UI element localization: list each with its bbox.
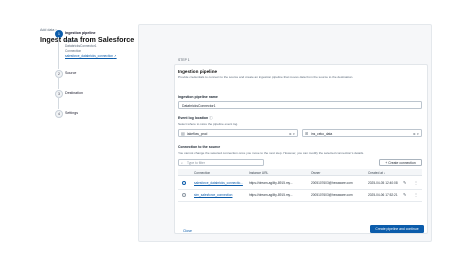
section-title: Ingestion pipeline bbox=[178, 69, 218, 74]
table-header bbox=[178, 169, 422, 176]
connection-filter-input[interactable]: ⌕ Type to filter bbox=[178, 159, 264, 166]
create-pipeline-button[interactable]: Create pipeline and continue bbox=[370, 225, 424, 233]
kebab-menu-icon[interactable]: ⋮ bbox=[414, 180, 418, 185]
column-header-connection[interactable]: Connection bbox=[194, 171, 210, 175]
step-detail-connection-link[interactable]: salesforce_databricks_connection ↗ bbox=[65, 54, 117, 58]
pipeline-name-label: Ingestion pipeline name bbox=[178, 95, 218, 99]
step-connector bbox=[58, 97, 59, 109]
create-connection-button[interactable]: + Create connection bbox=[379, 159, 422, 166]
edit-icon[interactable]: ✎ bbox=[403, 180, 406, 185]
external-link-icon: ↗ bbox=[113, 54, 117, 58]
instance-url: https://dream-agility-8915.my... bbox=[249, 181, 293, 185]
section-description: Provide credentials to connect to the so… bbox=[178, 75, 354, 79]
filter-placeholder: Type to filter bbox=[187, 161, 205, 165]
column-header-created-at[interactable]: Created at ↓ bbox=[368, 171, 385, 175]
owner: 2005107603@hexaware.com bbox=[311, 181, 353, 185]
step-title: Source bbox=[65, 71, 77, 75]
step-number: 3 bbox=[55, 90, 63, 98]
step-detail-pipeline-value: DatabricksConnector1 bbox=[65, 44, 97, 48]
instance-url: https://dream-agility-8915.my... bbox=[249, 193, 293, 197]
created-at: 2025-04-06 17:52:21 bbox=[368, 193, 398, 197]
catalog-icon: ▤ bbox=[181, 131, 185, 136]
close-button[interactable]: Close bbox=[183, 229, 192, 233]
step-number: 1 bbox=[55, 30, 63, 38]
page-title: Ingest data from Salesforce bbox=[40, 35, 135, 44]
connection-name-link[interactable]: sim_salesforce_connection bbox=[194, 193, 232, 197]
schema-select[interactable]: ⊞ ins_ceko_data ⊗ ▾ bbox=[302, 129, 422, 137]
clear-dropdown-icon[interactable]: ⊗ ▾ bbox=[413, 130, 419, 138]
pipeline-name-input[interactable]: DatabricksConnector1 bbox=[178, 101, 422, 109]
catalog-select[interactable]: ▤ lakeflow_prod ⊗ ▾ bbox=[178, 129, 298, 137]
step-connector bbox=[58, 37, 59, 69]
connection-label: Connection to the source bbox=[178, 145, 221, 149]
step-number: 2 bbox=[55, 70, 63, 78]
step-number: 4 bbox=[55, 110, 63, 118]
step-title: Ingestion pipeline bbox=[65, 31, 96, 35]
step-detail-connection-label: Connection bbox=[65, 49, 82, 53]
column-header-instance-url[interactable]: Instance URL bbox=[249, 171, 268, 175]
info-icon: ⓘ bbox=[209, 116, 213, 120]
step-detail-pipeline-label: Pipeline bbox=[65, 39, 77, 43]
step-label: STEP 1 bbox=[178, 58, 190, 62]
event-log-label: Event log location ⓘ bbox=[178, 116, 213, 120]
connections-table: Connection Instance URL Owner Created at… bbox=[178, 169, 422, 211]
breadcrumb[interactable]: Add data › bbox=[40, 28, 57, 32]
schema-value: ins_ceko_data bbox=[311, 132, 333, 136]
step-connector bbox=[58, 77, 59, 89]
created-at: 2025-04-05 12:40:08 bbox=[368, 181, 398, 185]
kebab-menu-icon[interactable]: ⋮ bbox=[414, 192, 418, 197]
owner: 2005107603@hexaware.com bbox=[311, 193, 353, 197]
connection-name-link[interactable]: salesforce_databricks_connectio... bbox=[194, 181, 243, 185]
column-header-owner[interactable]: Owner bbox=[311, 171, 320, 175]
step-title: Settings bbox=[65, 111, 78, 115]
connection-description: You cannot change the selected connectio… bbox=[178, 151, 365, 155]
schema-icon: ⊞ bbox=[305, 131, 309, 136]
edit-icon[interactable]: ✎ bbox=[403, 192, 406, 197]
filter-icon: ⌕ bbox=[181, 161, 183, 165]
step-title: Destination bbox=[65, 91, 83, 95]
row-radio[interactable] bbox=[182, 192, 186, 197]
clear-dropdown-icon[interactable]: ⊗ ▾ bbox=[289, 130, 295, 138]
plus-icon: + bbox=[385, 161, 388, 165]
event-log-description: Select where to store the pipeline event… bbox=[178, 122, 239, 126]
table-row[interactable]: sim_salesforce_connection https://dream-… bbox=[178, 189, 422, 202]
catalog-value: lakeflow_prod bbox=[187, 132, 208, 136]
row-radio[interactable] bbox=[182, 180, 186, 185]
